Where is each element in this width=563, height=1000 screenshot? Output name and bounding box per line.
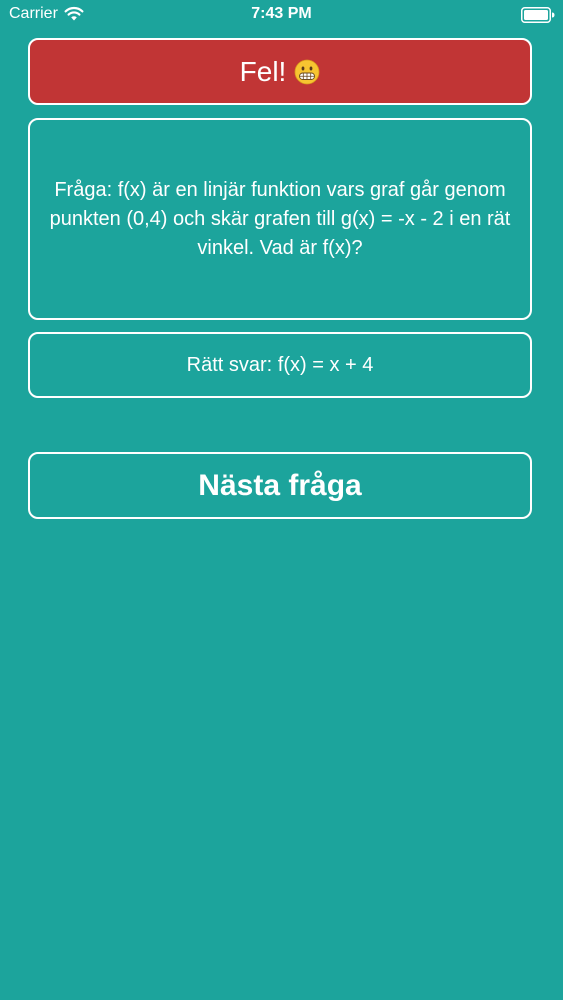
- question-text: Fråga: f(x) är en linjär funktion vars g…: [49, 178, 511, 259]
- correct-answer-box: Rätt svar: f(x) = x + 4: [28, 332, 532, 398]
- status-bar: Carrier 7:43 PM: [0, 0, 563, 30]
- grimacing-face-icon: [294, 59, 320, 84]
- feedback-label: Fel!: [239, 55, 287, 87]
- correct-answer-text: Rätt svar: f(x) = x + 4: [186, 353, 374, 376]
- next-question-button[interactable]: Nästa fråga: [28, 452, 532, 519]
- battery-icon: [521, 7, 555, 23]
- feedback-banner: Fel!: [28, 38, 532, 105]
- status-time: 7:43 PM: [251, 5, 312, 22]
- question-box: Fråga: f(x) är en linjär funktion vars g…: [28, 118, 532, 320]
